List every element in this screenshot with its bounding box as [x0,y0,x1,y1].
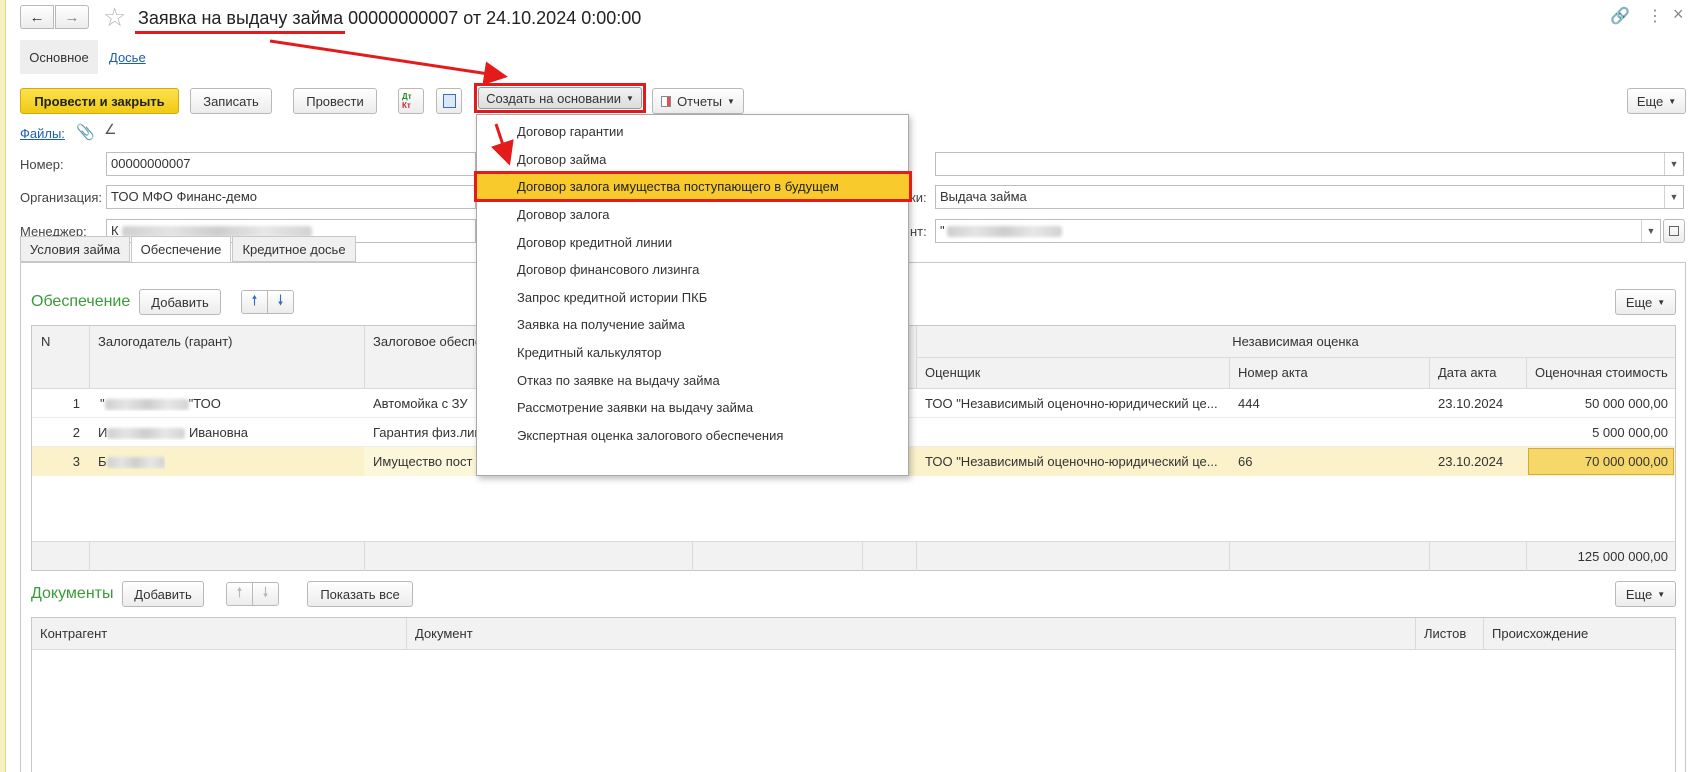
annotation-arrows [269,39,514,166]
arrow-to-menu-item [490,123,514,166]
arrow-to-create-button [269,39,508,86]
